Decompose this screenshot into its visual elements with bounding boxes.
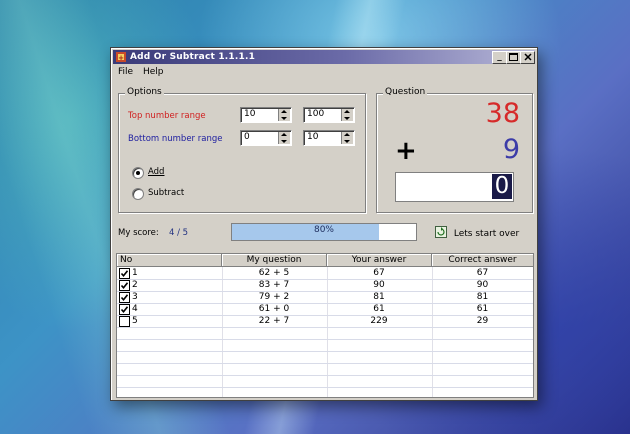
bottom-max-spinner[interactable]: 10 (303, 130, 355, 146)
window-title: Add Or Subtract 1.1.1.1 (130, 52, 256, 62)
row-number-text: 5 (132, 316, 138, 326)
empty-row (117, 340, 533, 352)
table-row[interactable]: 1 62 + 5 67 67 (117, 268, 533, 280)
cell-question: 22 + 7 (258, 316, 290, 326)
minimize-icon: _ (497, 52, 502, 62)
subtract-label[interactable]: Subtract (148, 188, 184, 198)
question-bottom-number: 9 (502, 134, 520, 165)
menu-bar: File Help (113, 66, 533, 80)
bottom-min-spinner[interactable]: 0 (240, 130, 292, 146)
checked-checkbox-icon[interactable] (119, 280, 130, 291)
table-row[interactable]: 5 22 + 7 229 29 (117, 316, 533, 328)
results-table: No My question Your answer Correct answe… (116, 253, 534, 398)
table-row[interactable]: 2 83 + 7 90 90 (117, 280, 533, 292)
title-bar[interactable]: + Add Or Subtract 1.1.1.1 _ (113, 50, 535, 64)
question-top-number: 38 (485, 98, 520, 129)
close-button[interactable] (520, 51, 535, 64)
operator-plus: + (395, 136, 417, 166)
subtract-radio[interactable] (132, 188, 144, 200)
spin-arrows-icon[interactable] (341, 109, 353, 121)
cell-correct: 90 (476, 280, 489, 290)
empty-row (117, 352, 533, 364)
score-label: My score: (118, 228, 159, 238)
top-range-label: Top number range (128, 111, 206, 121)
checked-checkbox-icon[interactable] (119, 304, 130, 315)
cell-correct: 81 (476, 292, 489, 302)
maximize-icon (509, 53, 518, 61)
cell-correct: 61 (476, 304, 489, 314)
score-progress-bar: 80% (231, 223, 417, 241)
top-max-spinner[interactable]: 100 (303, 107, 355, 123)
answer-input[interactable]: 0 (395, 172, 514, 202)
add-radio[interactable] (132, 167, 144, 179)
restart-button[interactable]: Lets start over (435, 226, 519, 239)
cell-your: 61 (373, 304, 385, 314)
table-row[interactable]: 3 79 + 2 81 81 (117, 292, 533, 304)
column-header-correct-answer[interactable]: Correct answer (432, 254, 533, 267)
options-group: Options Top number range 10 100 Bottom n… (118, 87, 366, 213)
cell-your: 90 (373, 280, 385, 290)
checked-checkbox-icon[interactable] (119, 292, 130, 303)
empty-row (117, 364, 533, 376)
cell-correct: 29 (476, 316, 489, 326)
top-max-value: 100 (307, 109, 325, 119)
column-header-my-question[interactable]: My question (222, 254, 327, 267)
spin-arrows-icon[interactable] (278, 109, 290, 121)
restart-label: Lets start over (453, 229, 520, 239)
row-number-text: 4 (132, 304, 138, 314)
question-group-title: Question (383, 87, 428, 97)
app-icon: + (116, 52, 126, 62)
cell-your: 81 (373, 292, 385, 302)
column-header-your-answer[interactable]: Your answer (327, 254, 432, 267)
spin-arrows-icon[interactable] (341, 132, 353, 144)
minimize-button[interactable]: _ (492, 51, 507, 64)
cell-your: 229 (370, 316, 388, 326)
cell-your: 67 (373, 268, 385, 278)
column-header-no[interactable]: No (117, 254, 222, 267)
table-row[interactable]: 4 61 + 0 61 61 (117, 304, 533, 316)
empty-row (117, 376, 533, 388)
svg-text:+: + (118, 54, 124, 62)
app-window: + Add Or Subtract 1.1.1.1 _ File Help Op… (110, 47, 538, 401)
question-group: Question 38 + 9 0 (376, 87, 533, 213)
answer-value: 0 (492, 174, 512, 199)
restart-icon (435, 226, 447, 238)
cell-question: 79 + 2 (258, 292, 290, 302)
options-group-title: Options (125, 87, 164, 97)
menu-file[interactable]: File (118, 67, 133, 77)
unchecked-checkbox-icon[interactable] (119, 316, 130, 327)
empty-row (117, 388, 533, 397)
top-min-spinner[interactable]: 10 (240, 107, 292, 123)
row-number-text: 1 (132, 268, 138, 278)
bottom-range-label: Bottom number range (128, 134, 223, 144)
empty-row (117, 328, 533, 340)
row-number-text: 3 (132, 292, 138, 302)
top-min-value: 10 (244, 109, 256, 119)
progress-text: 80% (313, 225, 334, 235)
row-number-text: 2 (132, 280, 138, 290)
bottom-min-value: 0 (244, 132, 250, 142)
cell-correct: 67 (476, 268, 489, 278)
cell-question: 61 + 0 (258, 304, 290, 314)
cell-question: 83 + 7 (258, 280, 290, 290)
table-header: No My question Your answer Correct answe… (117, 254, 533, 267)
checked-checkbox-icon[interactable] (119, 268, 130, 279)
close-icon (523, 53, 532, 61)
cell-question: 62 + 5 (258, 268, 290, 278)
bottom-max-value: 10 (307, 132, 319, 142)
menu-help[interactable]: Help (143, 67, 164, 77)
score-value: 4 / 5 (169, 228, 189, 238)
add-label[interactable]: Add (148, 167, 164, 177)
maximize-button[interactable] (506, 51, 521, 64)
spin-arrows-icon[interactable] (278, 132, 290, 144)
